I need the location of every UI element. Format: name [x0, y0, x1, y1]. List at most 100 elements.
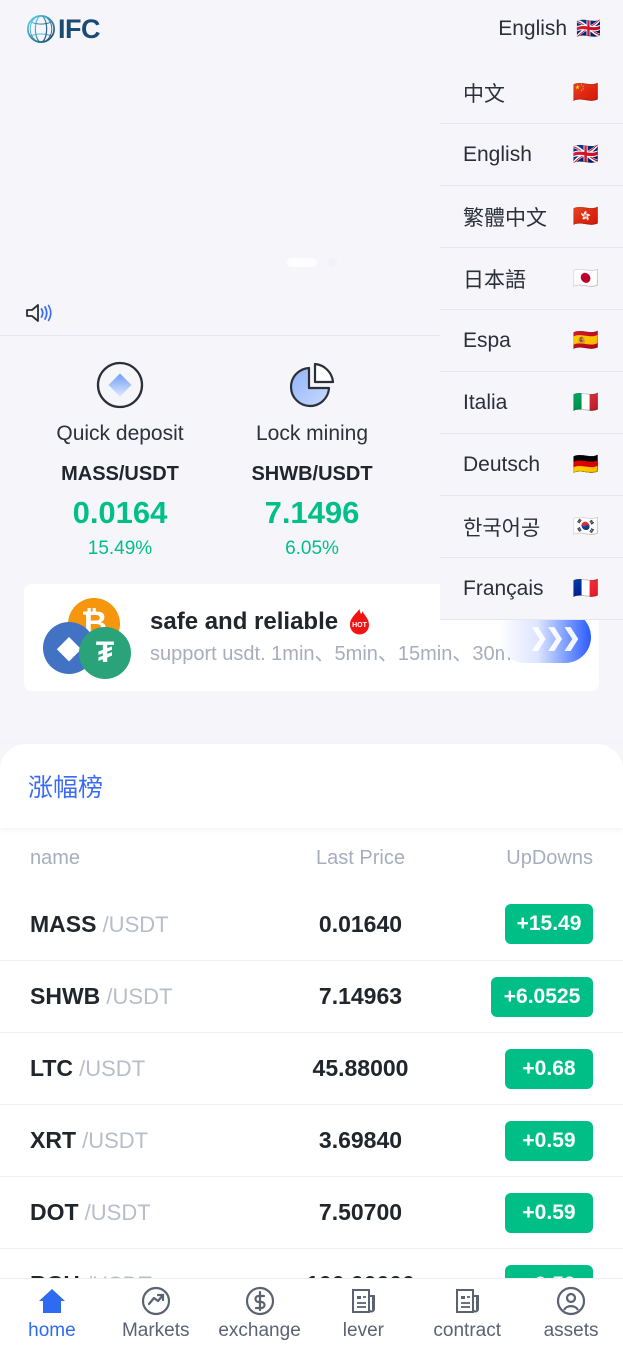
column-header-updowns: UpDowns	[506, 846, 593, 869]
cell-last-price: 45.88000	[284, 1055, 443, 1082]
pair-quote: /USDT	[78, 1200, 151, 1225]
pair-base: LTC	[30, 1055, 74, 1081]
table-row[interactable]: XRT /USDT 3.69840 +0.59	[0, 1104, 623, 1176]
quick-action-quick-deposit[interactable]: Quick deposit MASS/USDT 0.0164 15.49%	[24, 360, 216, 560]
pair-base: DOT	[30, 1199, 79, 1225]
cell-updowns: +0.68	[443, 1048, 593, 1089]
pair-quote: /USDT	[96, 911, 169, 937]
language-option-label: Deutsch	[463, 452, 541, 476]
status-badge: +0.68	[505, 1048, 593, 1089]
pair-base: MASS	[30, 910, 97, 937]
nav-item-lever[interactable]: lever	[311, 1279, 415, 1348]
table-row[interactable]: MASS /USDT 0.01640 +15.49	[0, 888, 623, 960]
cell-pair: LTC /USDT	[30, 1055, 284, 1082]
table-row[interactable]: DOT /USDT 7.50700 +0.59	[0, 1176, 623, 1248]
nav-item-label: assets	[543, 1320, 599, 1341]
status-badge: +6.0525	[491, 976, 593, 1017]
pair-quote: /USDT	[100, 984, 173, 1009]
logo[interactable]: IFC	[26, 13, 101, 45]
language-option-flag-icon: 🇨🇳	[572, 81, 599, 104]
cell-last-price: 7.50700	[284, 1199, 443, 1226]
cell-last-price: 7.14963	[284, 983, 443, 1010]
language-option-flag-icon: 🇰🇷	[572, 515, 599, 538]
status-badge: +0.59	[505, 1192, 593, 1233]
pair-price: 0.0164	[72, 495, 168, 530]
language-selector-label: English	[498, 17, 568, 40]
language-option-flag-icon: 🇯🇵	[572, 267, 599, 290]
usdt-coin-icon: ₮	[79, 626, 131, 679]
language-option[interactable]: 中文 🇨🇳	[440, 62, 623, 124]
svg-text:HOT: HOT	[352, 622, 368, 629]
coin-cluster: ₿ ◆ ₮	[40, 596, 136, 680]
language-option[interactable]: English 🇬🇧	[440, 124, 623, 186]
market-table-body: MASS /USDT 0.01640 +15.49 SHWB /USDT 7.14963…	[0, 888, 623, 1320]
language-option-flag-icon: 🇫🇷	[572, 577, 599, 600]
nav-item-assets[interactable]: assets	[519, 1279, 623, 1348]
language-dropdown: 中文 🇨🇳 English 🇬🇧 繁體中文 🇭🇰 日本語 🇯🇵 Espa 🇪🇸 Italia 🇮🇹 De…	[440, 62, 623, 620]
language-option[interactable]: 繁體中文 🇭🇰	[440, 186, 623, 248]
language-option-label: 繁體中文	[463, 206, 547, 230]
last-price-value: 0.01640	[318, 910, 403, 937]
carousel-dot[interactable]	[327, 258, 337, 267]
cell-updowns: +0.59	[443, 1192, 593, 1233]
language-option[interactable]: Espa 🇪🇸	[440, 310, 623, 372]
language-selector[interactable]: English 🇬🇧	[498, 17, 601, 41]
globe-icon	[26, 14, 56, 44]
cell-pair: DOT /USDT	[30, 1199, 284, 1226]
quick-action-lock-mining[interactable]: Lock mining SHWB/USDT 7.1496 6.05%	[216, 360, 408, 560]
table-row[interactable]: SHWB /USDT 7.14963 +6.0525	[0, 960, 623, 1032]
hot-flame-icon: HOT	[347, 608, 372, 636]
language-option-label: 日本語	[463, 268, 526, 292]
cell-pair: SHWB /USDT	[30, 983, 284, 1010]
language-option[interactable]: 日本語 🇯🇵	[440, 248, 623, 310]
status-badge: +0.59	[505, 1120, 593, 1161]
quick-action-label: Lock mining	[255, 422, 369, 445]
language-option-flag-icon: 🇬🇧	[572, 143, 599, 166]
language-option-label: Italia	[463, 390, 508, 414]
document-icon	[347, 1285, 379, 1317]
nav-item-exchange[interactable]: exchange	[208, 1279, 312, 1348]
language-option-flag-icon: 🇩🇪	[572, 453, 599, 476]
language-option-flag-icon: 🇪🇸	[572, 329, 599, 352]
logo-text: IFC	[58, 13, 101, 44]
cell-pair: XRT /USDT	[30, 1127, 284, 1154]
nav-item-label: lever	[342, 1320, 384, 1341]
pair-quote: /USDT	[76, 1128, 149, 1153]
double-chevron-right-icon: ❯❯❯	[529, 623, 581, 650]
cell-updowns: +6.0525	[443, 976, 593, 1017]
language-option-label: English	[463, 142, 532, 166]
language-option-label: 한국어공	[463, 516, 541, 540]
language-option[interactable]: Italia 🇮🇹	[440, 372, 623, 434]
column-header-name: name	[30, 846, 81, 869]
language-option-label: Espa	[463, 328, 511, 352]
pair-symbol: MASS/USDT	[61, 463, 179, 485]
bottom-navigation: home Markets exchange lever contract assets	[0, 1278, 623, 1348]
language-option-flag-icon: 🇭🇰	[572, 205, 599, 228]
trend-circle-icon	[140, 1285, 172, 1317]
pair-quote: /USDT	[73, 1056, 146, 1081]
nav-item-home[interactable]: home	[0, 1279, 104, 1348]
column-header-last-price: Last Price	[316, 846, 405, 869]
uk-flag-icon: 🇬🇧	[576, 18, 601, 40]
carousel-dot-active[interactable]	[286, 258, 317, 267]
last-price-value: 7.50700	[318, 1199, 403, 1225]
home-icon	[36, 1285, 68, 1317]
last-price-value: 7.14963	[318, 983, 403, 1009]
language-option[interactable]: 한국어공 🇰🇷	[440, 496, 623, 558]
nav-item-markets[interactable]: Markets	[104, 1279, 208, 1348]
tab-gainers[interactable]: 涨幅榜	[28, 768, 103, 804]
user-circle-icon	[555, 1285, 587, 1317]
pair-base: XRT	[30, 1127, 76, 1153]
pair-symbol: SHWB/USDT	[251, 463, 373, 485]
diamond-circle-icon	[95, 360, 145, 410]
market-tabs: 涨幅榜	[0, 744, 623, 828]
nav-item-contract[interactable]: contract	[415, 1279, 519, 1348]
table-row[interactable]: LTC /USDT 45.88000 +0.68	[0, 1032, 623, 1104]
pair-change: 15.49%	[87, 538, 153, 559]
status-badge: +15.49	[505, 904, 593, 944]
market-table-header: name Last Price UpDowns	[0, 828, 623, 888]
language-option[interactable]: Deutsch 🇩🇪	[440, 434, 623, 496]
language-option[interactable]: Français 🇫🇷	[440, 558, 623, 620]
nav-item-label: exchange	[218, 1320, 301, 1341]
cell-last-price: 0.01640	[284, 911, 443, 938]
